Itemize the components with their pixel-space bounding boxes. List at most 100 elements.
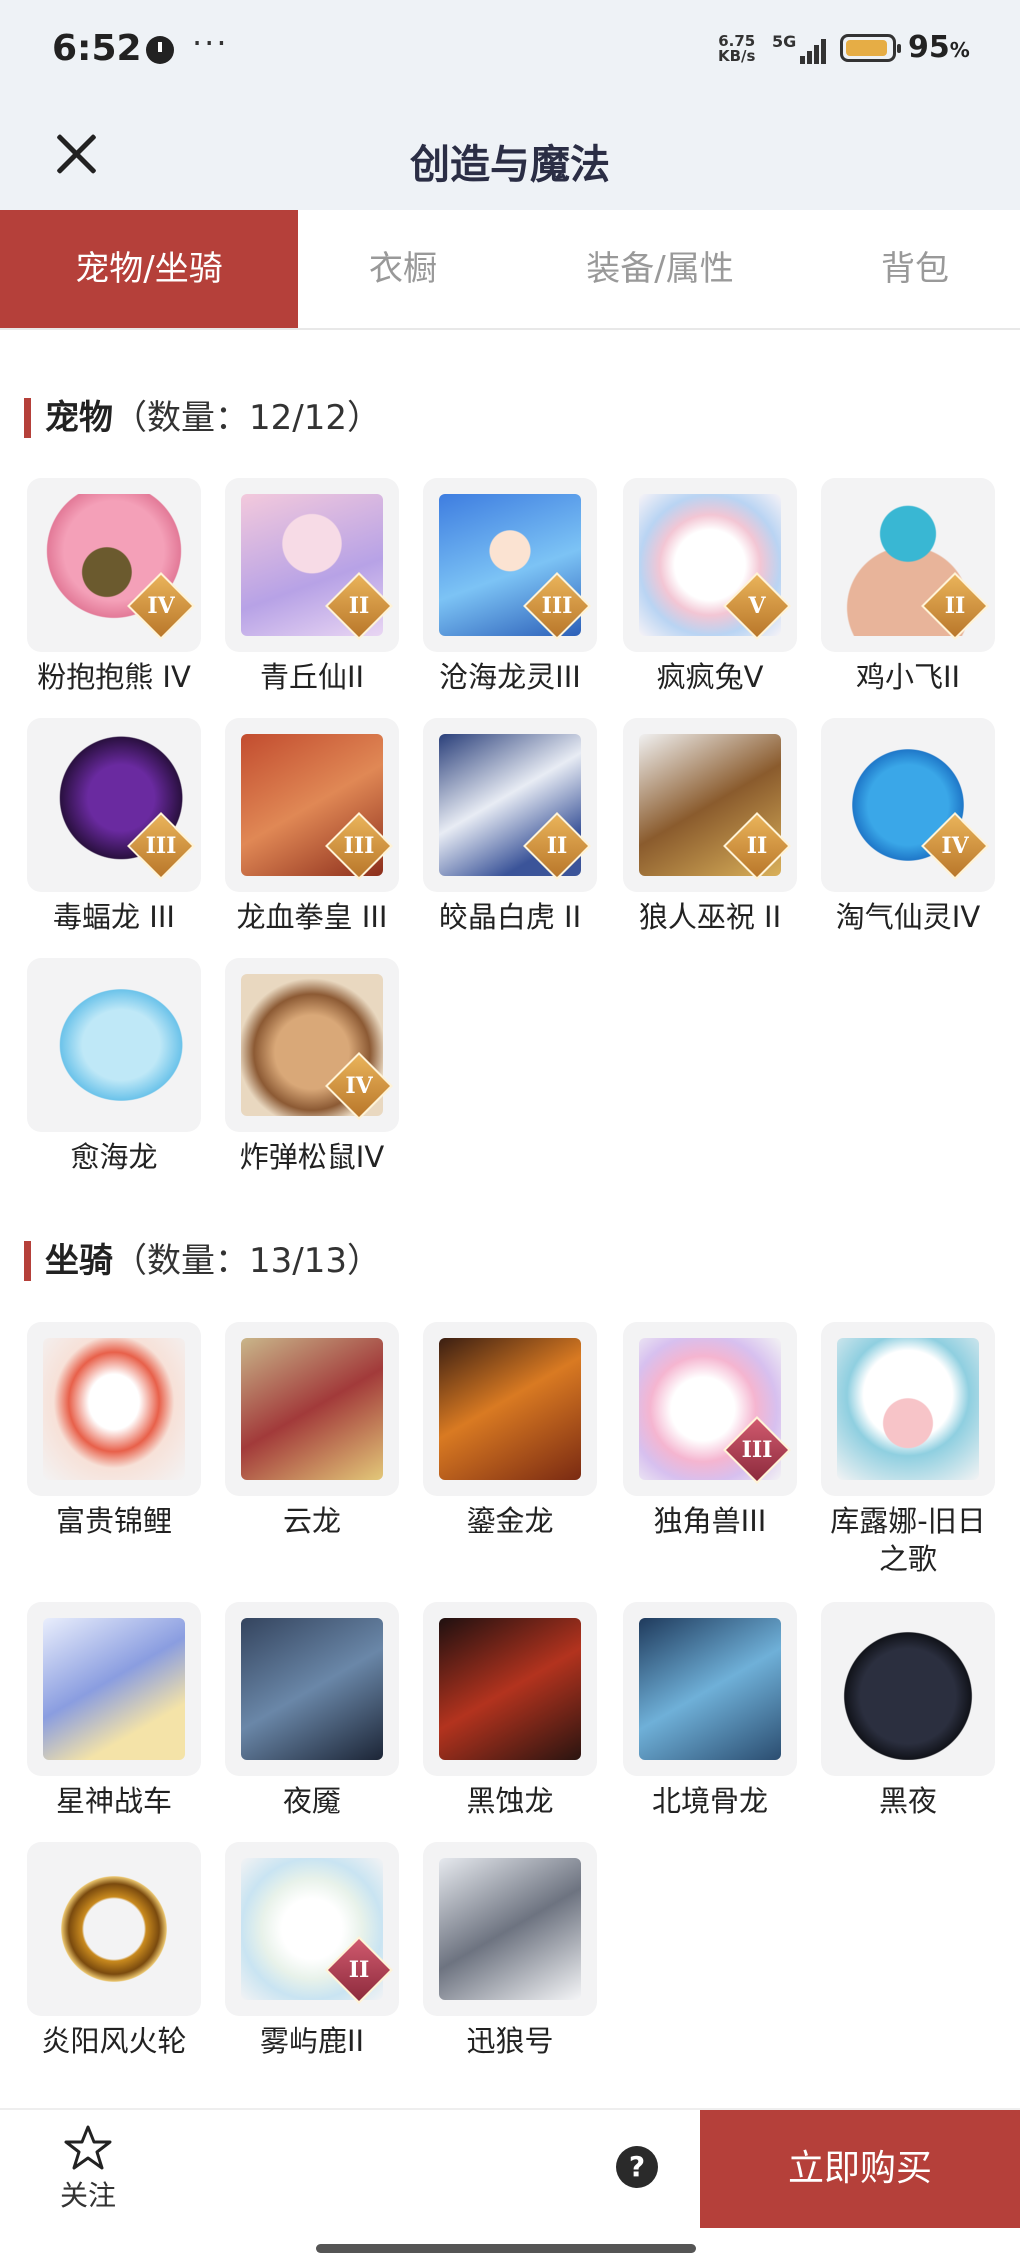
mounts-title: 坐骑: [45, 1241, 113, 1281]
pet-name: 愈海龙: [70, 1140, 158, 1174]
mounts-section-title: 坐骑（数量：13/13）: [24, 1241, 381, 1281]
pet-image: III: [423, 478, 597, 652]
tier-badge-label: IV: [345, 1073, 373, 1099]
mount-name: 黑夜: [878, 1784, 937, 1818]
pet-image: IV: [821, 718, 995, 892]
portrait-art: [639, 1618, 781, 1760]
mount-name: 富贵锦鲤: [55, 1504, 172, 1538]
mount-card[interactable]: 库露娜-旧日之歌: [820, 1322, 996, 1578]
pet-image: II: [821, 478, 995, 652]
portrait-art: [837, 1338, 979, 1480]
tab-wardrobe[interactable]: 衣橱: [298, 210, 508, 328]
mount-image: [27, 1842, 201, 2016]
pet-image: II: [225, 478, 399, 652]
mount-image: [423, 1322, 597, 1496]
help-icon[interactable]: ?: [616, 2146, 658, 2188]
pet-image: III: [225, 718, 399, 892]
mount-name: 夜魇: [282, 1784, 341, 1818]
pet-card[interactable]: IV 淘气仙灵IV: [820, 718, 996, 936]
pet-name: 粉抱抱熊 IV: [37, 660, 191, 694]
pet-card[interactable]: II 青丘仙II: [224, 478, 400, 696]
mount-card[interactable]: 炎阳风火轮: [26, 1842, 202, 2060]
mount-card[interactable]: 迅狼号: [422, 1842, 598, 2060]
pet-card[interactable]: IV 炸弹松鼠IV: [224, 958, 400, 1176]
pet-name: 沧海龙灵III: [439, 660, 581, 694]
mount-card[interactable]: 云龙: [224, 1322, 400, 1540]
page-title: 创造与魔法: [410, 142, 610, 188]
mount-image: [225, 1322, 399, 1496]
portrait-art: [43, 974, 185, 1116]
mount-image: [821, 1602, 995, 1776]
signal-icon: [800, 36, 830, 64]
portrait-art: [43, 1338, 185, 1480]
mount-image: [623, 1602, 797, 1776]
mount-name: 独角兽III: [653, 1504, 767, 1538]
network-type: 5G: [772, 32, 797, 51]
pet-card[interactable]: III 龙血拳皇 III: [224, 718, 400, 936]
pet-card[interactable]: IV 粉抱抱熊 IV: [26, 478, 202, 696]
mount-name: 鎏金龙: [466, 1504, 554, 1538]
pets-section-title: 宠物（数量：12/12）: [24, 398, 381, 438]
pet-card[interactable]: II 皎晶白虎 II: [422, 718, 598, 936]
pet-card[interactable]: II 鸡小飞II: [820, 478, 996, 696]
mount-card[interactable]: 夜魇: [224, 1602, 400, 1820]
pet-image: IV: [225, 958, 399, 1132]
pet-name: 龙血拳皇 III: [236, 900, 388, 934]
pet-name: 皎晶白虎 II: [438, 900, 582, 934]
mount-card[interactable]: III 独角兽III: [622, 1322, 798, 1540]
mount-name: 炎阳风火轮: [41, 2024, 187, 2058]
pet-name: 疯疯兔V: [656, 660, 764, 694]
mount-name: 迅狼号: [466, 2024, 554, 2058]
home-indicator[interactable]: [316, 2244, 696, 2253]
pet-card[interactable]: V 疯疯兔V: [622, 478, 798, 696]
status-time: 6:52: [52, 28, 142, 69]
pet-card[interactable]: II 狼人巫祝 II: [622, 718, 798, 936]
buy-now-button[interactable]: 立即购买: [700, 2110, 1020, 2228]
tier-badge-label: II: [746, 833, 768, 859]
mount-image: [423, 1842, 597, 2016]
bottom-action-bar: 关注 ? 立即购买: [0, 2108, 1020, 2234]
mount-card[interactable]: 星神战车: [26, 1602, 202, 1820]
pet-card[interactable]: III 沧海龙灵III: [422, 478, 598, 696]
mount-name: 北境骨龙: [651, 1784, 768, 1818]
mount-card[interactable]: II 雾屿鹿II: [224, 1842, 400, 2060]
mount-image: III: [623, 1322, 797, 1496]
mount-card[interactable]: 鎏金龙: [422, 1322, 598, 1540]
mount-name: 云龙: [282, 1504, 341, 1538]
pet-card[interactable]: 愈海龙: [26, 958, 202, 1176]
follow-button[interactable]: 关注: [50, 2124, 126, 2214]
mount-image: [225, 1602, 399, 1776]
follow-label: 关注: [59, 2179, 116, 2212]
tab-pets-mounts[interactable]: 宠物/坐骑: [0, 210, 298, 328]
pet-name: 狼人巫祝 II: [638, 900, 782, 934]
mount-card[interactable]: 黑夜: [820, 1602, 996, 1820]
pets-title: 宠物: [45, 398, 113, 438]
mount-card[interactable]: 富贵锦鲤: [26, 1322, 202, 1540]
portrait-art: [439, 1338, 581, 1480]
more-notifications-icon: ···: [192, 24, 229, 62]
pet-name: 青丘仙II: [259, 660, 365, 694]
net-speed-unit: KB/s: [718, 47, 756, 65]
pet-card[interactable]: III 毒蝠龙 III: [26, 718, 202, 936]
pets-count: （数量：12/12）: [113, 398, 381, 438]
portrait-art: [241, 1618, 383, 1760]
clock-icon: [146, 36, 174, 64]
mounts-count: （数量：13/13）: [113, 1241, 381, 1281]
mount-image: [27, 1602, 201, 1776]
pet-image: II: [623, 718, 797, 892]
mount-image: [821, 1322, 995, 1496]
pet-name: 毒蝠龙 III: [53, 900, 175, 934]
mount-name: 星神战车: [55, 1784, 172, 1818]
pet-image: IV: [27, 478, 201, 652]
tier-badge-label: III: [145, 833, 177, 859]
pet-name: 炸弹松鼠IV: [239, 1140, 385, 1174]
tier-badge-label: III: [741, 1437, 773, 1463]
tab-equipment-attributes[interactable]: 装备/属性: [530, 210, 790, 328]
tab-backpack[interactable]: 背包: [820, 210, 1010, 328]
mount-card[interactable]: 黑蚀龙: [422, 1602, 598, 1820]
pet-image: [27, 958, 201, 1132]
mount-card[interactable]: 北境骨龙: [622, 1602, 798, 1820]
tier-badge-label: II: [348, 1957, 370, 1983]
portrait-art: [43, 1858, 185, 2000]
tier-badge-label: III: [541, 593, 573, 619]
